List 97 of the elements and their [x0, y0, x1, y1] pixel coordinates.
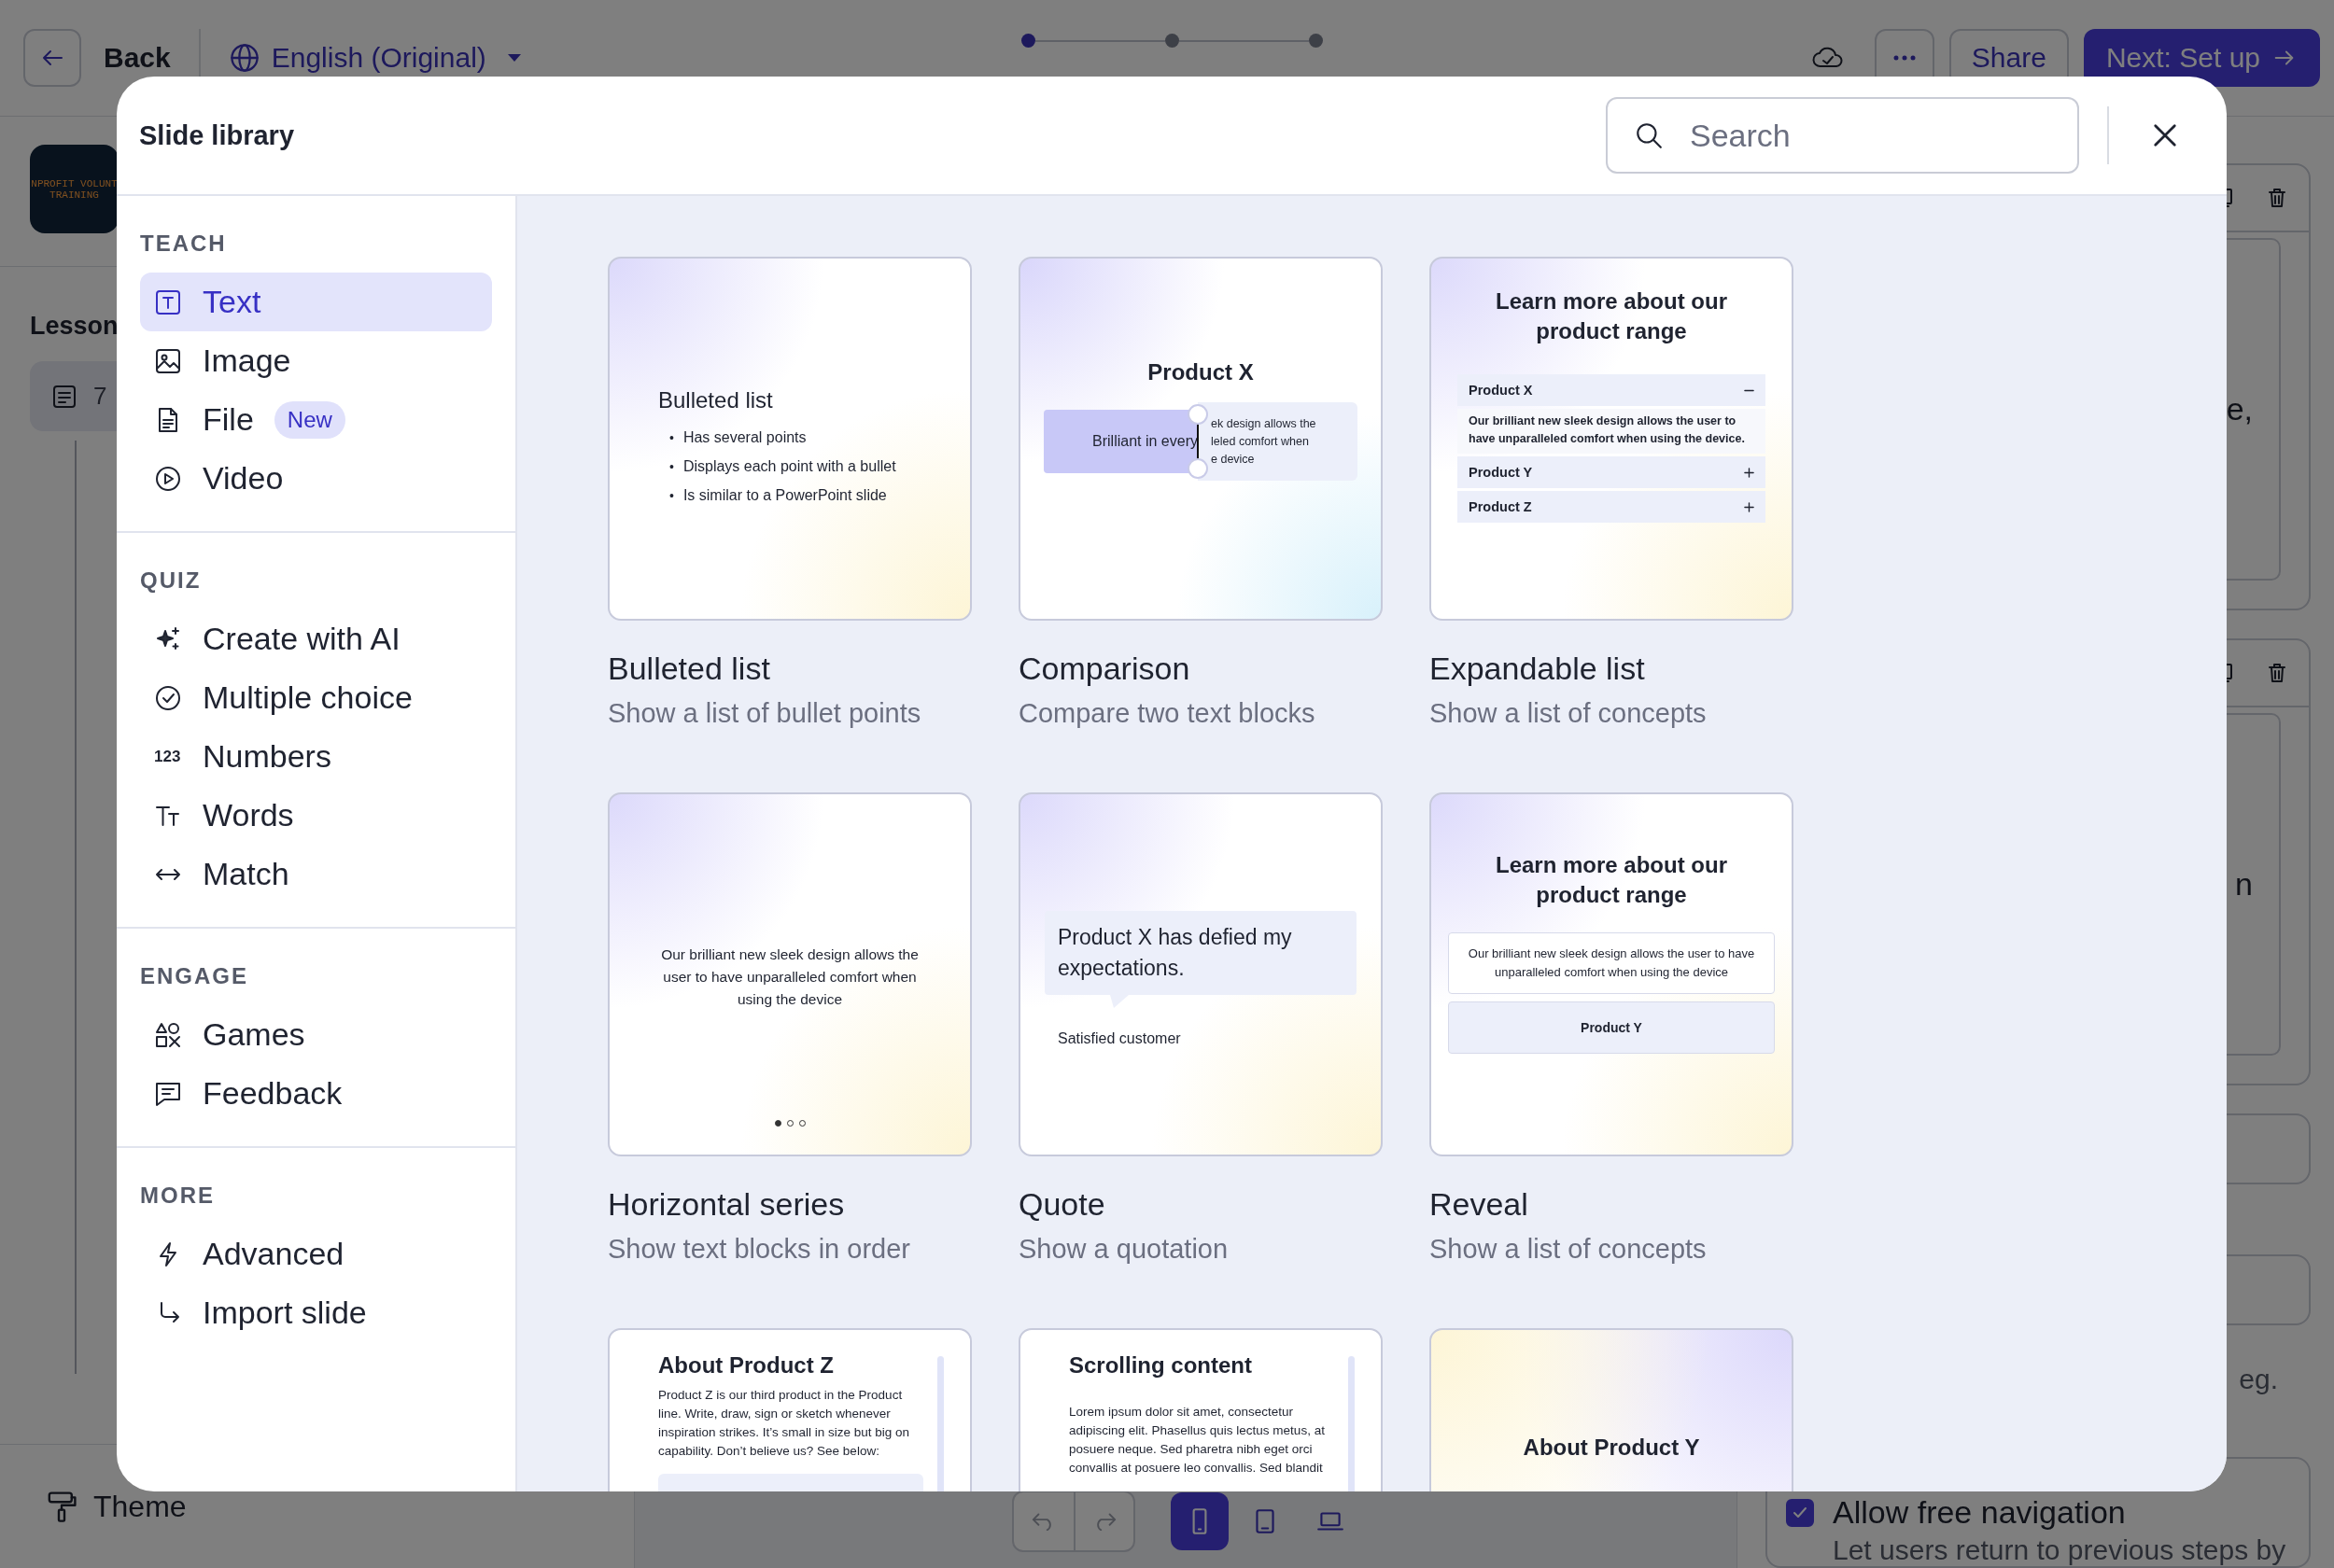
preview-heading: About Product Y	[1523, 1435, 1700, 1460]
card-title: Horizontal series	[608, 1186, 846, 1223]
preview-heading: Learn more about our product range	[1495, 851, 1728, 909]
play-icon	[154, 464, 182, 493]
card-description: Show text blocks in order	[608, 1234, 911, 1265]
bullet-item: Is similar to a PowerPoint slide	[682, 485, 887, 505]
preview-heading: Bulleted list	[658, 387, 774, 413]
logo-text: NPROFIT VOLUNT	[31, 177, 118, 189]
category-item[interactable]: Match	[140, 845, 492, 903]
bullet-item: Has several points	[682, 427, 807, 447]
preview-text: leled comfort when	[1211, 433, 1310, 450]
category-item[interactable]: Words	[140, 786, 492, 845]
preview-text: e device	[1211, 451, 1256, 468]
card-description: Show a list of concepts	[1429, 698, 1708, 729]
shapes-icon	[154, 1020, 182, 1049]
slide-thumbnail[interactable]: Learn more about our product range Our brilliant new sleek design allows the user to have unparalleled comfort when using the device Product Y	[1429, 792, 1793, 1156]
ellipsis-icon	[1892, 55, 1916, 61]
bullet-item: Displays each point with a bullet	[682, 456, 896, 476]
section-heading: QUIZ	[140, 567, 203, 595]
back-button[interactable]	[23, 29, 81, 87]
globe-icon	[228, 42, 260, 74]
preview-text: Brilliant in every	[1092, 433, 1198, 450]
preview-heading: Scrolling content	[1069, 1352, 1253, 1379]
slide-thumbnail[interactable]: Product X Brilliant in every ek design allows the leled comfort when e device	[1019, 257, 1383, 621]
search-icon	[1634, 120, 1664, 150]
category-item[interactable]: Video	[140, 449, 492, 508]
logo-text: TRAINING	[49, 189, 99, 201]
row-label: Product X	[1469, 383, 1533, 398]
slide-thumbnail[interactable]: Bulleted list • Has several points • Displays each point with a bullet • Is similar to a PowerPoint slide	[608, 257, 972, 621]
preview-text: Lorem ipsum dolor sit amet, consectetur adipiscing elit. Phasellus quis lectus metus, at posuere neque. Sed pharetra nibh eget orci convallis at posuere leo convallis. Sed blandit	[1069, 1404, 1326, 1477]
language-dropdown[interactable]: English (Original)	[228, 42, 522, 74]
slide-thumbnail[interactable]: Scrolling content Lorem ipsum dolor sit amet, consectetur adipiscing elit. Phasellus quis lectus metus, at posuere neque. Sed pharetra nibh eget orci convallis at posuere leo convallis. Sed blandit	[1019, 1328, 1383, 1491]
category-item[interactable]: Import slide	[140, 1283, 492, 1342]
section-heading: Lesson	[30, 312, 119, 341]
trash-icon[interactable]	[2266, 187, 2288, 209]
lesson-count: 7	[93, 382, 107, 411]
card-description: Show a list of bullet points	[608, 698, 922, 729]
bullet-mark: •	[669, 486, 674, 504]
preview-text: Our brilliant new sleek design allows the user to have unparalleled comfort when using the device	[1468, 946, 1755, 979]
slide-thumbnail[interactable]: Our brilliant new sleek design allows the user to have unparalleled comfort when using the device	[608, 792, 972, 1156]
checkbox[interactable]	[1786, 1498, 1814, 1527]
numbers-icon: 123	[154, 747, 182, 766]
category-item[interactable]: Feedback	[140, 1064, 492, 1123]
row-label: Product Y	[1469, 465, 1533, 480]
preview-text: ek design allows the	[1211, 415, 1317, 432]
theme-label[interactable]: Theme	[93, 1489, 187, 1524]
bullet-mark: •	[669, 457, 674, 475]
section-heading: ENGAGE	[140, 962, 249, 990]
section-heading: TEACH	[140, 230, 228, 258]
dialog-title: Slide library	[139, 119, 295, 151]
preview-heading: Learn more about our product range	[1495, 287, 1728, 345]
section-heading: MORE	[140, 1182, 216, 1210]
image-icon	[154, 346, 182, 375]
card-description: Compare two text blocks	[1019, 698, 1316, 729]
slide-thumbnail[interactable]: Product X has defied my expectations. Satisfied customer	[1019, 792, 1383, 1156]
row-label: Product Z	[1469, 499, 1532, 514]
card-title: Quote	[1019, 1186, 1106, 1223]
preview-text: Our brilliant new sleek design allows the user to have unparalleled comfort when using the device.	[1457, 409, 1765, 454]
category-item[interactable]: Multiple choice	[140, 668, 492, 727]
quote-text: Product X has defied my expectations.	[1058, 925, 1292, 980]
text-fragment: e,	[2226, 391, 2253, 427]
quote-author: Satisfied customer	[1058, 1030, 1182, 1047]
category-item[interactable]: Create with AI	[140, 609, 492, 668]
card-title: Reveal	[1429, 1186, 1529, 1223]
preview-heading: Product X	[1147, 359, 1254, 385]
slide-thumbnail[interactable]: About Product Y	[1429, 1328, 1793, 1491]
slide-thumbnail[interactable]: About Product Z Product Z is our third product in the Product line. Write, draw, sign or sketch whenever inspiration strikes. It’s small in size but big on capability. Don’t believe us? See below:	[608, 1328, 972, 1491]
preview-text: Our brilliant new sleek design allows the user to have unparalleled comfort when using the device	[660, 945, 920, 1009]
category-item[interactable]: Image	[140, 331, 492, 390]
card-title: Expandable list	[1429, 651, 1646, 687]
text-icon	[154, 287, 182, 316]
device-button[interactable]	[1171, 1492, 1229, 1550]
card-title: Comparison	[1019, 651, 1191, 687]
card-title: Bulleted list	[608, 651, 771, 687]
text-fragment: n	[2235, 866, 2253, 903]
category-item[interactable]: Games	[140, 1005, 492, 1064]
check-circle-icon	[154, 683, 182, 712]
preview-heading: About Product Z	[658, 1352, 835, 1379]
preview-text: Product Z is our third product in the Product line. Write, draw, sign or sketch whenever inspiration strikes. It’s small in size but big on capability. Don’t believe us? See below:	[658, 1387, 911, 1460]
category-item[interactable]: Advanced	[140, 1225, 492, 1283]
category-item[interactable]: 123 Numbers	[140, 727, 492, 786]
close-icon	[2152, 122, 2178, 148]
caret-icon	[506, 53, 522, 63]
card-description: Show a list of concepts	[1429, 1234, 1708, 1265]
setting-description: Let users return to previous steps by	[1832, 1534, 2287, 1566]
search-field[interactable]: Search	[1606, 97, 2079, 174]
new-badge: New	[274, 400, 345, 439]
trash-icon[interactable]	[2266, 662, 2288, 684]
bullet-mark: •	[669, 428, 674, 446]
card-description: Show a quotation	[1019, 1234, 1230, 1265]
back-label[interactable]: Back	[104, 42, 171, 74]
category-item[interactable]: Text	[140, 273, 492, 331]
checkbox-label: Allow free navigation	[1833, 1494, 2126, 1531]
reveal-button: Product Y	[1448, 1001, 1775, 1054]
category-item[interactable]: File New	[140, 390, 492, 449]
hint-text: eg.	[2239, 1363, 2278, 1395]
slide-thumbnail[interactable]: Learn more about our product range Product X Our brilliant new sleek design allows the user to have unparalleled comfort when using the device. Product Y Product Z	[1429, 257, 1793, 621]
